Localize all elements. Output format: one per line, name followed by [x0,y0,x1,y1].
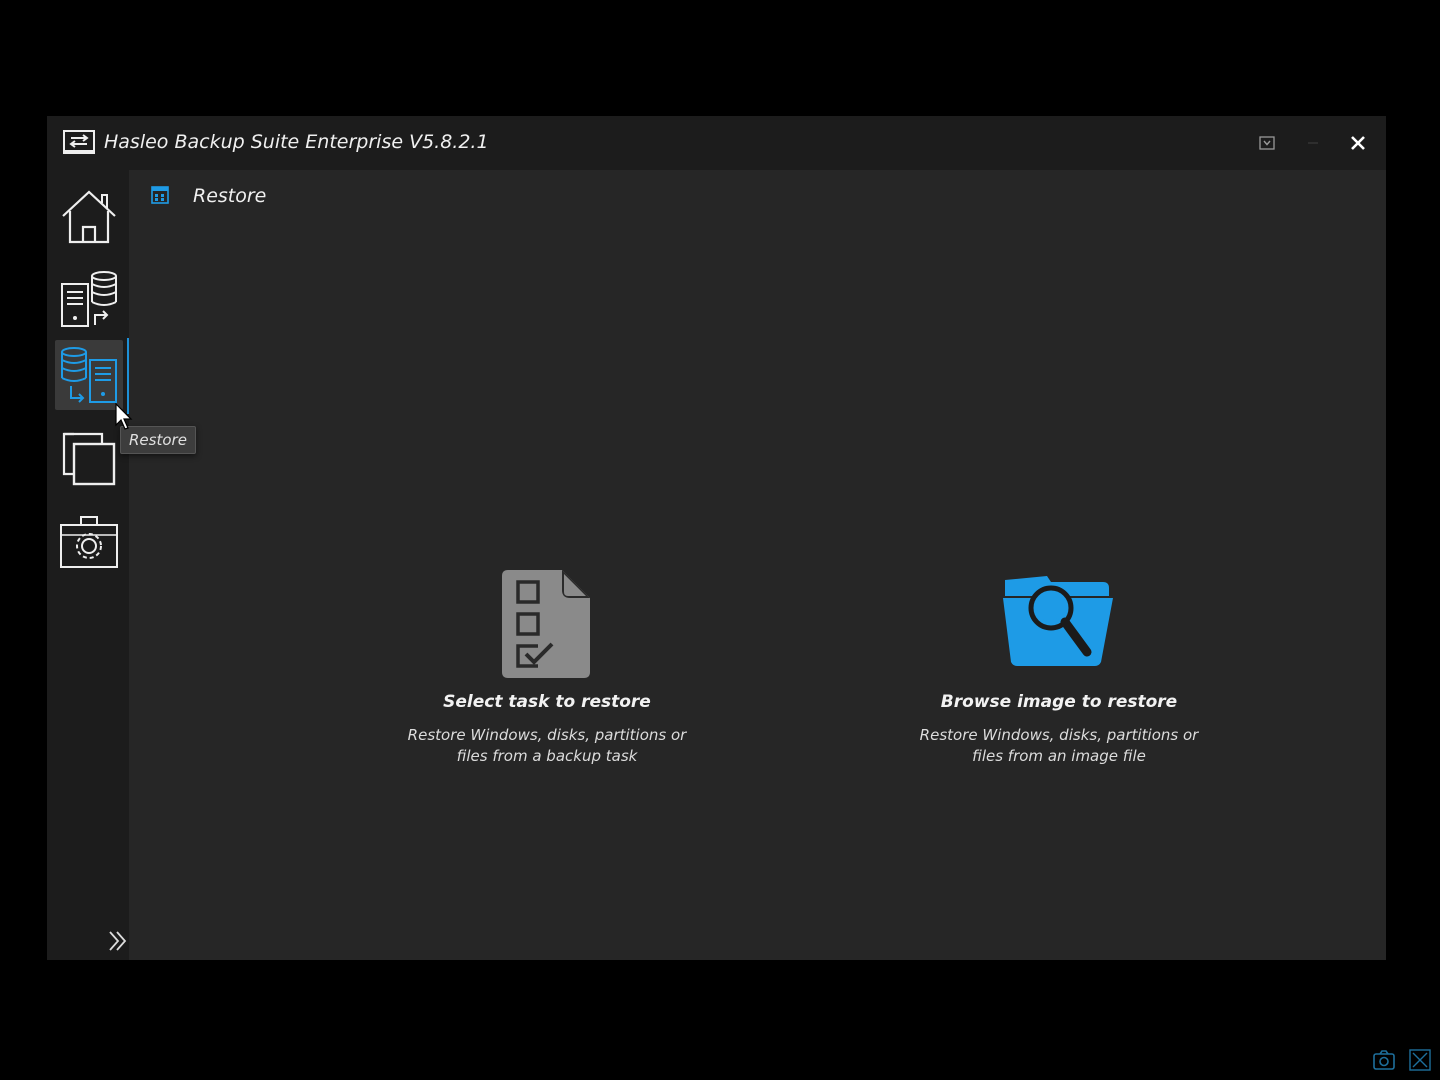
fullscreen-exit-icon[interactable] [1408,1048,1432,1072]
restore-icon [61,347,117,403]
option-description: Restore Windows, disks, partitions or fi… [407,726,687,765]
select-task-option[interactable]: Select task to restore Restore Windows, … [387,568,707,767]
minimize-button[interactable] [1300,130,1326,156]
backup-icon [61,271,117,327]
dropdown-icon [1259,136,1275,150]
overlay-controls [1372,1048,1432,1072]
mouse-cursor-icon [115,403,133,430]
screenshot-icon[interactable] [1372,1048,1396,1072]
task-checklist-icon [502,570,590,678]
home-icon [62,190,116,244]
folder-search-icon [1003,576,1113,666]
option-title: Select task to restore [443,692,651,712]
expand-sidebar-button[interactable] [105,928,131,954]
option-description: Restore Windows, disks, partitions or fi… [919,726,1199,765]
double-chevron-right-icon [109,931,127,951]
browse-image-option[interactable]: Browse image to restore Restore Windows,… [899,568,1219,767]
title-bar[interactable]: Hasleo Backup Suite Enterprise V5.8.2.1 [47,116,1386,170]
close-button[interactable] [1345,130,1371,156]
app-logo-icon [63,130,95,154]
clone-icon [62,432,116,486]
menu-dropdown-button[interactable] [1254,130,1280,156]
app-window: Hasleo Backup Suite Enterprise V5.8.2.1 [47,116,1386,960]
option-title: Browse image to restore [940,692,1178,712]
grid-app-icon [151,186,169,204]
sidebar-item-home[interactable] [55,182,123,252]
sidebar-item-tools[interactable] [55,506,123,576]
page-title: Restore [193,185,267,207]
minimize-icon [1308,142,1318,144]
window-title: Hasleo Backup Suite Enterprise V5.8.2.1 [104,131,489,153]
close-icon [1351,136,1365,150]
sidebar-item-clone[interactable] [55,424,123,494]
sidebar-nav [47,170,129,960]
sidebar-item-restore[interactable] [55,340,123,410]
tools-icon [60,516,118,568]
sidebar-item-backup[interactable] [55,264,123,334]
